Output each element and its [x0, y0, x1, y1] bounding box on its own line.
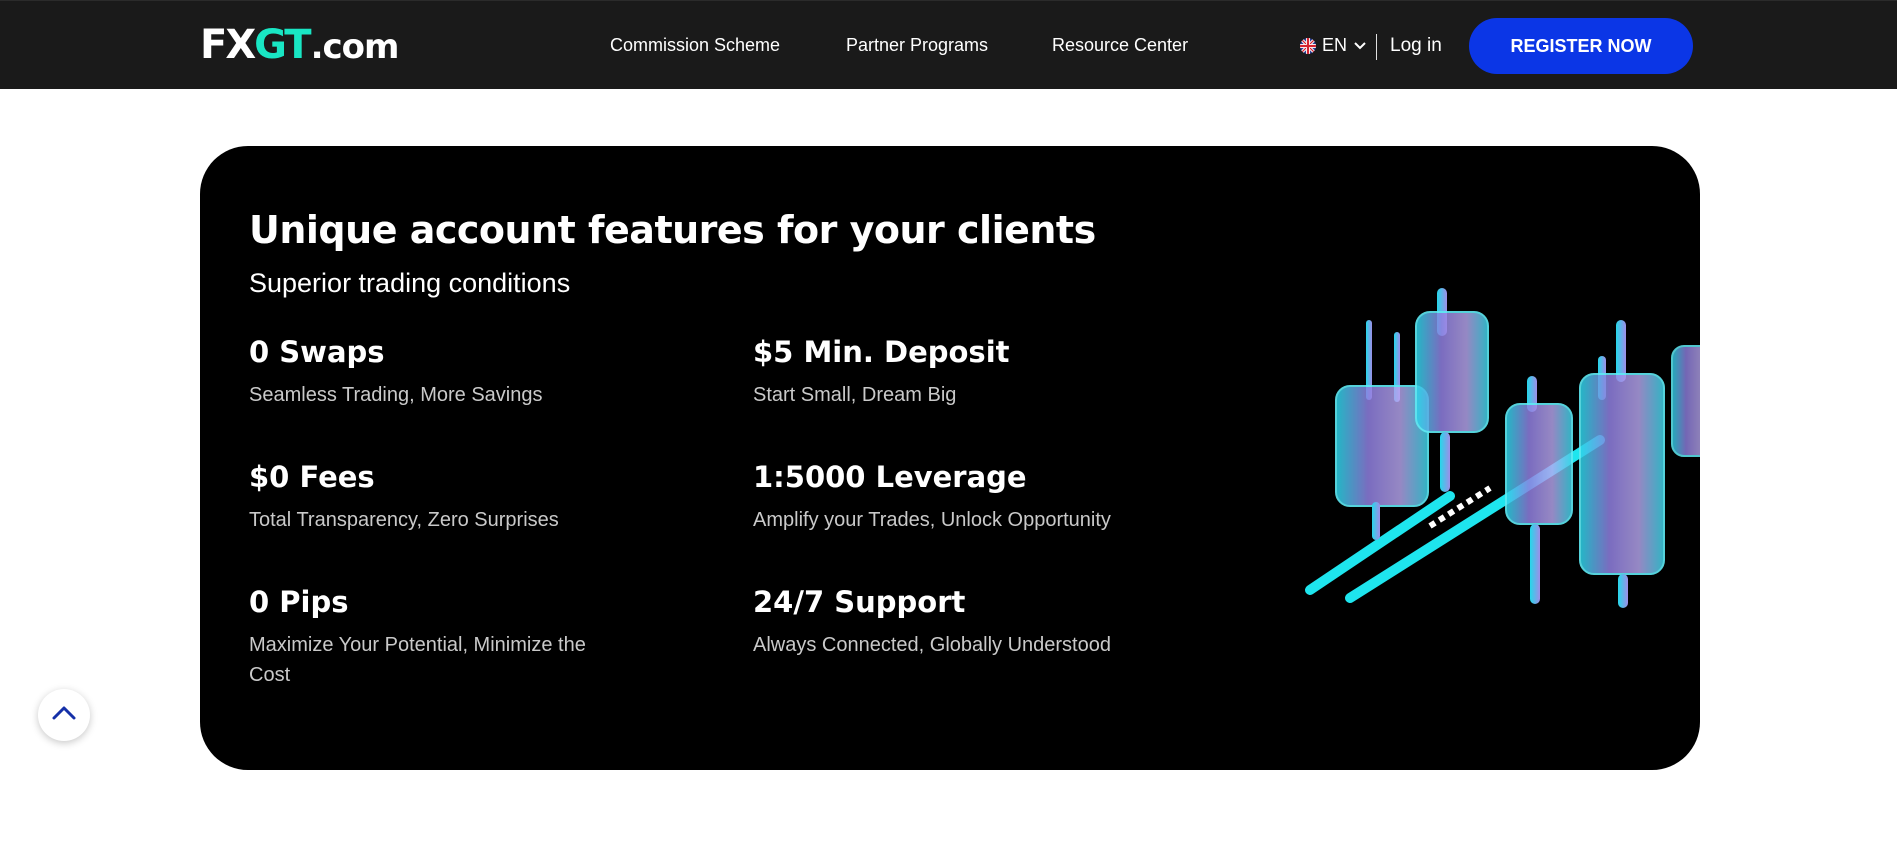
feature-support: 24/7 Support Always Connected, Globally …	[753, 584, 1153, 660]
scroll-to-top-button[interactable]	[38, 689, 90, 741]
feature-title: 0 Swaps	[249, 335, 385, 369]
fxgt-logo[interactable]: FX GT .com	[200, 21, 400, 69]
login-link[interactable]: Log in	[1390, 1, 1442, 90]
feature-title: 1:5000 Leverage	[753, 460, 1027, 494]
nav-item-resource-center[interactable]: Resource Center	[1052, 1, 1188, 90]
feature-fees: $0 Fees Total Transparency, Zero Surpris…	[249, 459, 649, 535]
feature-min-deposit: $5 Min. Deposit Start Small, Dream Big	[753, 334, 1153, 410]
feature-description: Always Connected, Globally Understood	[753, 634, 1111, 656]
candlestick-chart-illustration	[1305, 288, 1700, 608]
feature-description: Maximize Your Potential, Minimize the Co…	[249, 634, 586, 686]
chevron-down-icon	[1353, 35, 1367, 56]
chevron-up-icon	[51, 705, 77, 726]
section-title: Unique account features for your clients	[249, 208, 1096, 252]
feature-description: Start Small, Dream Big	[753, 384, 957, 406]
feature-swaps: 0 Swaps Seamless Trading, More Savings	[249, 334, 649, 410]
account-features-card: Unique account features for your clients…	[200, 146, 1700, 770]
language-code: EN	[1322, 35, 1348, 55]
uk-flag-icon	[1300, 37, 1316, 54]
header-divider	[1376, 34, 1377, 60]
feature-title: $5 Min. Deposit	[753, 335, 1010, 369]
feature-title: 24/7 Support	[753, 585, 966, 619]
section-subtitle: Superior trading conditions	[249, 268, 571, 298]
nav-link-label[interactable]: Commission Scheme	[610, 35, 780, 56]
register-now-button[interactable]: REGISTER NOW	[1469, 18, 1693, 74]
feature-title: 0 Pips	[249, 585, 349, 619]
site-header: FX GT .com Commission Scheme Partner Progr…	[0, 0, 1897, 89]
feature-description: Seamless Trading, More Savings	[249, 384, 543, 406]
language-selector[interactable]: EN	[1300, 1, 1367, 90]
nav-item-commission-scheme[interactable]: Commission Scheme	[610, 1, 780, 90]
nav-item-partner-programs[interactable]: Partner Programs	[846, 1, 988, 90]
nav-link-label[interactable]: Partner Programs	[846, 35, 988, 56]
logo-tld: .com	[310, 27, 400, 67]
feature-title: $0 Fees	[249, 460, 375, 494]
logo-gt: GT	[254, 22, 311, 68]
logo-fx: FX	[200, 22, 256, 68]
feature-leverage: 1:5000 Leverage Amplify your Trades, Unl…	[753, 459, 1153, 535]
feature-pips: 0 Pips Maximize Your Potential, Minimize…	[249, 584, 649, 690]
feature-description: Amplify your Trades, Unlock Opportunity	[753, 509, 1111, 531]
nav-link-label[interactable]: Resource Center	[1052, 35, 1188, 56]
feature-description: Total Transparency, Zero Surprises	[249, 509, 559, 531]
